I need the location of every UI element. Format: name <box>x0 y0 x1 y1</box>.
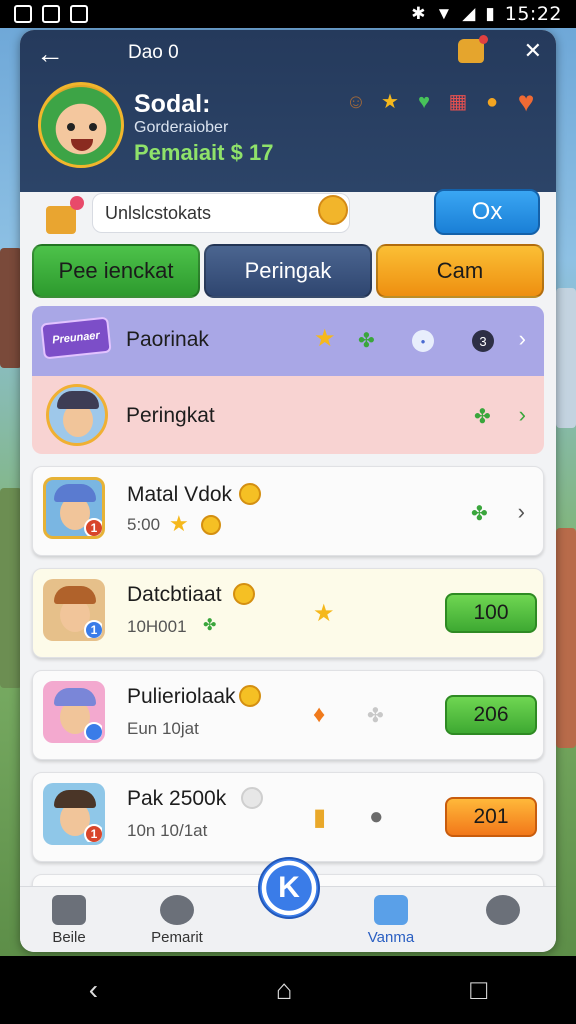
tab-1[interactable]: Pee ienckat <box>32 244 200 298</box>
leaf-icon: ✤ <box>203 617 217 634</box>
coin-icon <box>239 483 261 505</box>
heart-icon[interactable]: ♥ <box>514 88 538 116</box>
flame-icon: ♦ <box>313 701 326 728</box>
avatar: 1 <box>43 579 105 641</box>
recents-icon[interactable]: □ <box>470 974 487 1006</box>
star-icon[interactable]: ★ <box>378 90 402 114</box>
nav-settings[interactable]: Pemarit <box>132 895 222 946</box>
profile-icon <box>486 895 520 925</box>
signal-icon: ◢ <box>462 4 476 23</box>
system-nav-bar: ‹ ⌂ □ <box>0 956 576 1024</box>
tab-3[interactable]: Cam <box>376 244 544 298</box>
avatar <box>46 384 108 446</box>
list-item[interactable]: Peringkat ✤ › <box>32 376 544 454</box>
coin-icon <box>233 583 255 605</box>
rank-badge <box>84 722 102 740</box>
rank-badge: 1 <box>84 518 102 536</box>
coin-icon <box>239 685 261 707</box>
notification-icon <box>14 5 32 23</box>
row-name: Peringkat <box>126 404 215 427</box>
list-item[interactable]: Pulieriolaak Eun 10jat ♦ ✤ 206 <box>32 670 544 760</box>
trophy-icon: ▮ <box>313 804 327 831</box>
coin-icon <box>241 787 263 809</box>
avatar[interactable] <box>38 82 124 168</box>
list-item[interactable]: 1 Pak 2500k 10n 10/1at ▮ ● 201 <box>32 772 544 862</box>
character-icon[interactable]: ☺ <box>344 90 368 114</box>
coin-icon <box>201 515 221 535</box>
status-bar: ✱ ▼ ◢ ▮ 15:22 <box>0 0 576 28</box>
chevron-right-icon[interactable]: › <box>519 402 526 428</box>
clock: 15:22 <box>504 3 562 25</box>
home-icon[interactable]: ⌂ <box>276 974 293 1006</box>
player-subtitle: Gorderaiober <box>134 119 229 136</box>
coin-icon[interactable]: ● <box>480 90 504 114</box>
tools-icon[interactable]: ✕ <box>524 38 542 64</box>
home-button[interactable]: K <box>258 857 320 919</box>
blocks-icon[interactable]: ▦ <box>446 90 470 114</box>
list-item[interactable]: Preunaer Paorinak ★ ✤ • 3 › <box>32 306 544 376</box>
gem-icon[interactable]: ♥ <box>412 90 436 114</box>
wifi-icon: ▼ <box>435 4 453 23</box>
battery-icon: ▮ <box>485 4 495 23</box>
list-item[interactable]: 1 Matal Vdok 5:00 ★ ✤ › <box>32 466 544 556</box>
ok-button[interactable]: Ox <box>434 189 540 235</box>
photo-icon <box>42 5 60 23</box>
leaf-icon: ✤ <box>471 503 488 525</box>
star-icon: ★ <box>314 325 336 352</box>
nav-profile[interactable] <box>458 895 548 929</box>
row-name: Paorinak <box>126 328 209 351</box>
player-score: Pemaiait $ 17 <box>134 140 274 165</box>
list-item[interactable]: 1 Datcbtiaat 10H001 ✤ ★ 100 <box>32 568 544 658</box>
nav-battle[interactable]: Beile <box>24 895 114 946</box>
avatar: 1 <box>43 783 105 845</box>
leaf-icon: ✤ <box>358 330 375 352</box>
leaf-icon: ✤ <box>474 406 491 428</box>
page-title: Dao 0 <box>128 42 179 63</box>
category-tag: Preunaer <box>40 316 112 360</box>
avatar <box>43 681 105 743</box>
chevron-right-icon[interactable]: › <box>518 499 525 525</box>
score-button[interactable]: 206 <box>445 695 537 735</box>
bottom-nav: Beile Pemarit K Vanma <box>20 857 556 952</box>
gift-icon[interactable] <box>46 196 84 234</box>
rank-badge: 1 <box>84 824 102 842</box>
star-icon: ★ <box>313 600 335 627</box>
row-sub: 10n 10/1at <box>127 821 208 840</box>
search-input[interactable] <box>92 193 350 233</box>
star-icon: ★ <box>169 511 189 536</box>
castle-icon <box>52 895 86 925</box>
row-name: Pak 2500k <box>127 787 227 810</box>
search-icon[interactable] <box>318 195 348 225</box>
row-sub: Eun 10jat <box>127 719 199 738</box>
back-arrow-icon[interactable]: ← <box>36 38 68 70</box>
gallery-icon <box>70 5 88 23</box>
info-icon[interactable]: • <box>412 330 434 352</box>
leaderboard-panel: ← Dao 0 ✕ Sodal: Gorderaiober Pemaiait $… <box>20 30 556 952</box>
chevron-right-icon[interactable]: › <box>519 326 526 352</box>
row-name: Matal Vdok <box>127 483 233 506</box>
map-icon <box>374 895 408 925</box>
score-button[interactable]: 201 <box>445 797 537 837</box>
bag-icon: ● <box>369 803 384 830</box>
count-badge: 3 <box>472 330 494 352</box>
gear-icon <box>160 895 194 925</box>
tab-bar: Pee ienckat Peringak Cam <box>32 244 544 298</box>
tab-2[interactable]: Peringak <box>204 244 372 298</box>
bluetooth-icon: ✱ <box>411 4 426 23</box>
avatar: 1 <box>43 477 105 539</box>
crown-icon[interactable] <box>457 35 488 63</box>
row-name: Pulieriolaak <box>127 685 236 708</box>
rank-badge: 1 <box>84 620 102 638</box>
player-name: Sodal: <box>134 90 211 118</box>
score-button[interactable]: 100 <box>445 593 537 633</box>
row-sub: 5:00 <box>127 515 161 534</box>
nav-map[interactable]: Vanma <box>346 895 436 946</box>
header: ← Dao 0 ✕ Sodal: Gorderaiober Pemaiait $… <box>20 30 556 192</box>
row-name: Datcbtiaat <box>127 583 222 606</box>
back-icon[interactable]: ‹ <box>89 974 98 1006</box>
row-sub: 10H001 <box>127 617 187 636</box>
leaf-icon: ✤ <box>367 705 384 727</box>
